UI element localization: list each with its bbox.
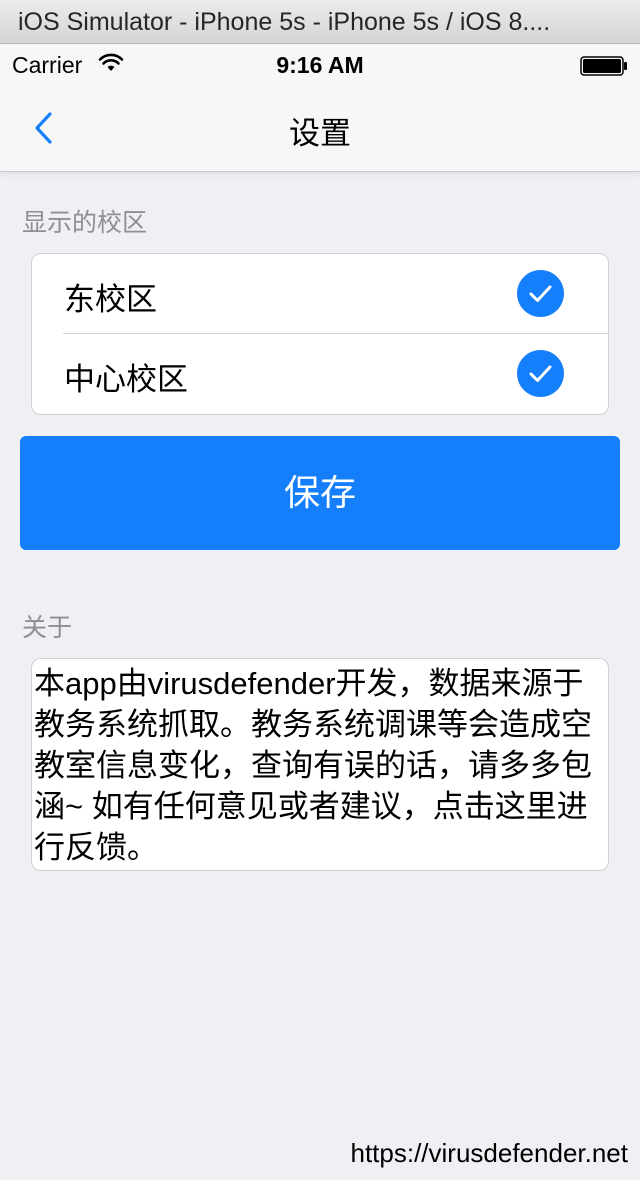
campus-row-east[interactable]: 东校区: [32, 254, 608, 334]
navigation-bar: 设置: [0, 84, 640, 172]
campus-section-header: 显示的校区: [22, 209, 148, 237]
battery-icon: [580, 55, 628, 76]
campus-label: 东校区: [64, 282, 157, 317]
save-button[interactable]: 保存: [20, 436, 620, 550]
page-title: 设置: [289, 116, 351, 151]
simulator-title: iOS Simulator - iPhone 5s - iPhone 5s / …: [18, 8, 551, 36]
watermark-text: https://virusdefender.net: [350, 1138, 628, 1168]
status-time: 9:16 AM: [276, 52, 364, 78]
about-section-header: 关于: [22, 614, 73, 642]
campus-label: 中心校区: [64, 362, 188, 397]
campus-list: 东校区 中心校区: [31, 253, 609, 415]
campus-row-central[interactable]: 中心校区: [32, 334, 608, 414]
checkmark-icon[interactable]: [517, 350, 564, 397]
status-bar: Carrier 9:16 AM: [0, 44, 640, 84]
simulator-title-bar: iOS Simulator - iPhone 5s - iPhone 5s / …: [0, 0, 640, 44]
about-text[interactable]: 本app由virusdefender开发，数据来源于教务系统抓取。教务系统调课等…: [31, 658, 609, 871]
checkmark-icon[interactable]: [517, 270, 564, 317]
